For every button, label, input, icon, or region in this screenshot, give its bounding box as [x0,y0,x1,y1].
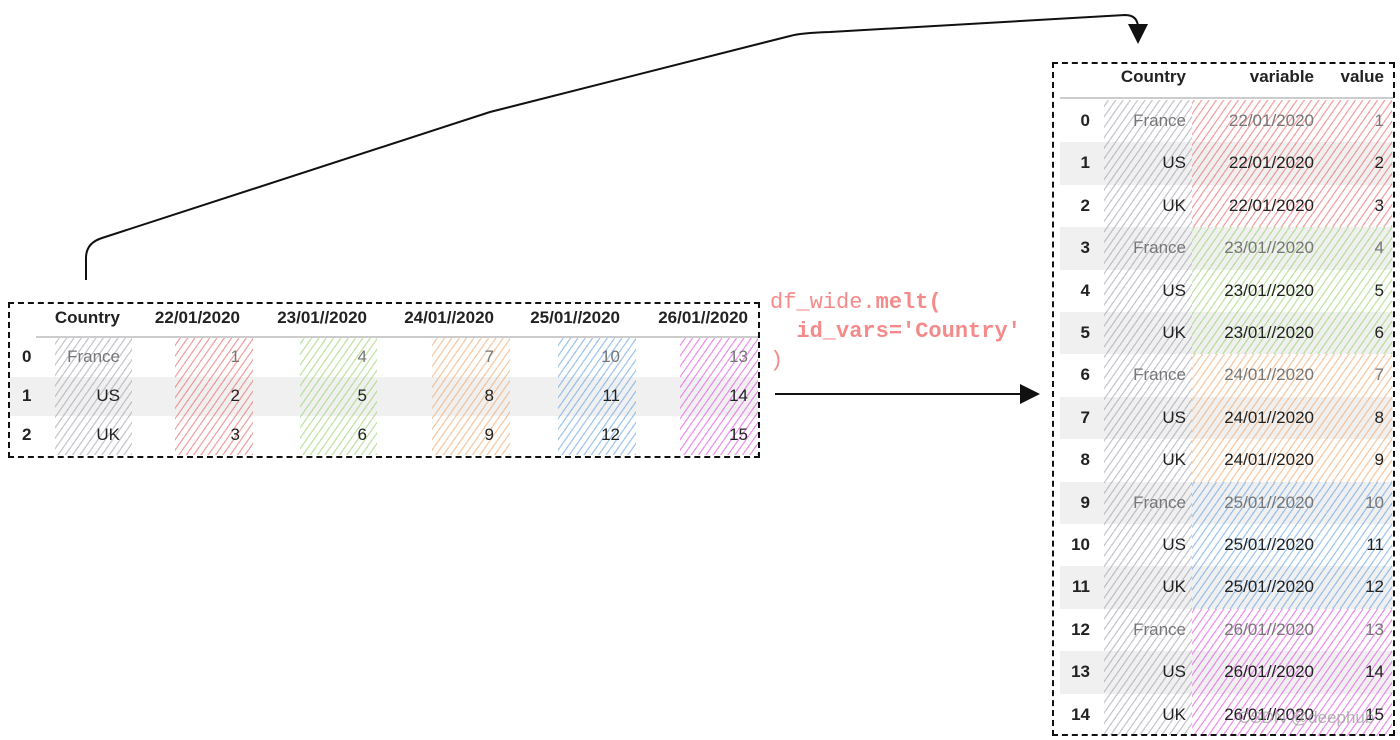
wide-table-border [8,302,760,458]
long-table-border [1052,62,1395,736]
code-object: df_wide. [770,290,876,315]
curved-arrow [85,13,1148,280]
melt-code: df_wide.melt( id_vars='Country' ) [770,288,1021,375]
code-method: melt( [875,290,942,315]
code-argument: id_vars='Country' [796,319,1021,344]
watermark: CSDN @deephub [1238,708,1375,727]
code-close: ) [770,348,784,373]
